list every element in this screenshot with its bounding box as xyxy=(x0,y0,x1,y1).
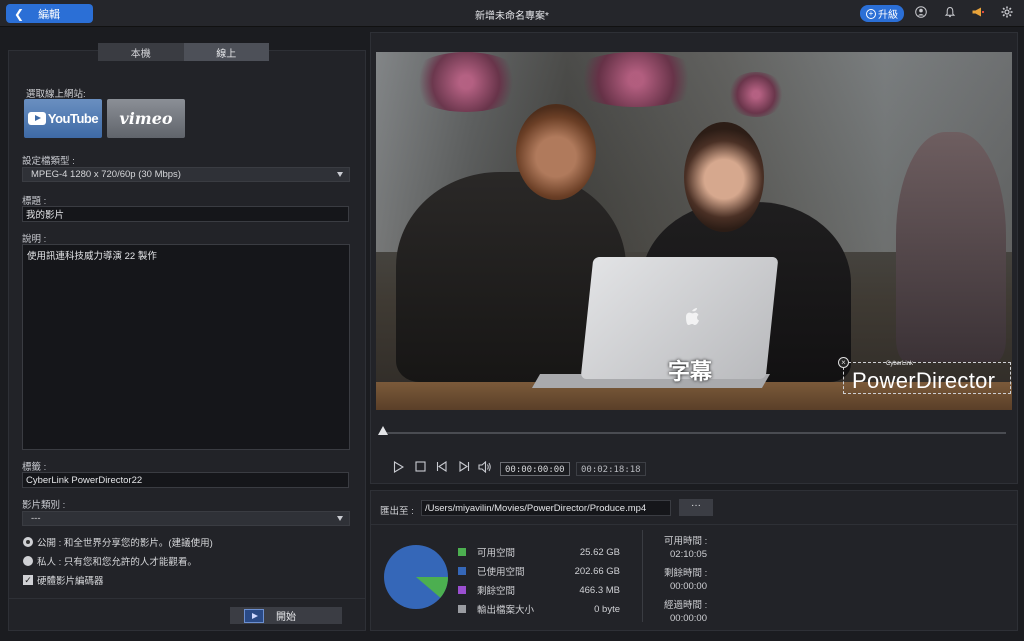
timeline-scrubber[interactable] xyxy=(380,432,1006,434)
back-edit-label: 編輯 xyxy=(38,8,61,21)
elapsed-time-label: 經過時間 : xyxy=(664,600,708,611)
export-path-input[interactable]: /Users/miyavilin/Movies/PowerDirector/Pr… xyxy=(421,500,671,516)
start-label: 開始 xyxy=(276,612,296,623)
privacy-public-radio[interactable]: 公開 : 和全世界分享您的影片。(建議使用) xyxy=(23,535,213,549)
available-time-label: 可用時間 : xyxy=(664,536,708,547)
next-frame-icon[interactable] xyxy=(457,460,471,475)
legend-used-space: 已使用空間 202.66 GB xyxy=(458,564,620,578)
format-label: 設定檔類型 : xyxy=(22,156,75,167)
tags-input[interactable]: CyberLink PowerDirector22 xyxy=(22,472,349,488)
back-edit-button[interactable]: ❮ 編輯 xyxy=(6,4,93,23)
subtitle-text[interactable]: 字幕 xyxy=(668,354,712,386)
category-select[interactable]: --- xyxy=(22,511,350,526)
legend-value: 466.3 MB xyxy=(579,584,620,596)
export-to-label: 匯出至 : xyxy=(380,506,414,517)
destination-tabs: 本機 線上 xyxy=(98,43,269,61)
title-bar: ❮ 編輯 新增未命名專案* + 升級 xyxy=(0,0,1024,27)
background-person xyxy=(896,132,1006,362)
remaining-time-value: 00:00:00 xyxy=(670,581,707,592)
vimeo-label: vimeo xyxy=(119,109,173,128)
legend-value: 25.62 GB xyxy=(579,546,620,558)
checkmark-icon: ✓ xyxy=(23,575,33,585)
legend-swatch xyxy=(458,586,466,594)
megaphone-icon[interactable] xyxy=(971,6,985,20)
output-separator xyxy=(370,524,1018,525)
title-label: 標題 : xyxy=(22,196,47,207)
gear-icon[interactable] xyxy=(1000,6,1014,20)
app-window: ❮ 編輯 新增未命名專案* + 升級 本機 線上 選取線上網站: YouTube… xyxy=(0,0,1024,641)
category-value: --- xyxy=(31,513,41,524)
legend-label: 剩餘空間 xyxy=(477,586,516,597)
format-select[interactable]: MPEG-4 1280 x 720/60p (30 Mbps) xyxy=(22,167,350,182)
watermark-box[interactable]: × CyberLink PowerDirector xyxy=(838,357,1011,394)
select-site-label: 選取線上網站: xyxy=(26,89,86,100)
chevron-left-icon: ❮ xyxy=(14,6,25,21)
title-input[interactable]: 我的影片 xyxy=(22,206,349,222)
play-icon[interactable] xyxy=(391,461,405,475)
elapsed-time-value: 00:00:00 xyxy=(670,613,707,624)
hw-encoder-checkbox[interactable]: ✓ 硬體影片編碼器 xyxy=(23,573,104,587)
scene-flowers-center xyxy=(566,52,706,107)
bell-icon[interactable] xyxy=(943,6,957,20)
current-timecode[interactable]: 00:00:00:00 xyxy=(500,462,570,476)
output-vertical-divider xyxy=(642,530,643,622)
timeline-handle[interactable] xyxy=(378,426,388,435)
legend-output-size: 輸出檔案大小 0 byte xyxy=(458,602,620,616)
legend-label: 輸出檔案大小 xyxy=(477,605,535,616)
watermark-brand: CyberLink xyxy=(886,361,914,367)
tab-online[interactable]: 線上 xyxy=(183,43,269,61)
description-textarea[interactable]: 使用訊連科技威力導演 22 製作 xyxy=(22,244,350,450)
legend-free-space: 可用空間 25.62 GB xyxy=(458,545,620,559)
user-icon[interactable] xyxy=(914,6,928,20)
start-button[interactable]: 開始 xyxy=(230,607,342,624)
panel-divider xyxy=(8,598,366,599)
vimeo-button[interactable]: vimeo xyxy=(107,99,185,138)
format-value: MPEG-4 1280 x 720/60p (30 Mbps) xyxy=(31,169,181,180)
dropdown-arrow-icon xyxy=(337,172,343,177)
volume-icon[interactable] xyxy=(478,460,492,475)
remaining-time-label: 剩餘時間 : xyxy=(664,568,708,579)
legend-remaining-space: 剩餘空間 466.3 MB xyxy=(458,583,620,597)
video-preview[interactable]: 字幕 × CyberLink PowerDirector xyxy=(376,52,1012,410)
description-label: 說明 : xyxy=(22,234,47,245)
radio-selected-icon xyxy=(23,537,33,547)
watermark-text: PowerDirector xyxy=(852,368,996,393)
legend-swatch xyxy=(458,548,466,556)
disk-usage-pie xyxy=(384,545,448,609)
upgrade-button[interactable]: + 升級 xyxy=(860,5,904,22)
youtube-label: YouTube xyxy=(47,111,99,126)
legend-swatch xyxy=(458,605,466,613)
youtube-logo-icon xyxy=(27,112,46,125)
privacy-public-label: 公開 : 和全世界分享您的影片。(建議使用) xyxy=(37,538,213,549)
woman-head xyxy=(684,122,764,232)
category-label: 影片類別 : xyxy=(22,500,66,511)
hw-encoder-label: 硬體影片編碼器 xyxy=(37,576,104,587)
youtube-button[interactable]: YouTube xyxy=(24,99,102,138)
legend-swatch xyxy=(458,567,466,575)
duration-timecode: 00:02:18:18 xyxy=(576,462,646,476)
privacy-private-radio[interactable]: 私人 : 只有您和您允許的人才能觀看。 xyxy=(23,554,197,568)
plus-circle-icon: + xyxy=(866,8,876,19)
scene-flowers-right xyxy=(726,72,786,117)
legend-value: 0 byte xyxy=(594,603,620,615)
scene-flowers-left xyxy=(406,52,526,112)
browse-button[interactable]: ··· xyxy=(679,499,713,516)
tags-label: 標籤 : xyxy=(22,462,47,473)
available-time-value: 02:10:05 xyxy=(670,549,707,560)
legend-value: 202.66 GB xyxy=(574,565,620,577)
stop-icon[interactable] xyxy=(413,461,427,475)
radio-unselected-icon xyxy=(23,556,33,566)
man-head xyxy=(516,104,596,200)
dropdown-arrow-icon xyxy=(337,516,343,521)
tab-local[interactable]: 本機 xyxy=(98,43,184,61)
legend-label: 已使用空間 xyxy=(477,567,525,578)
previous-frame-icon[interactable] xyxy=(435,460,449,475)
close-icon[interactable]: × xyxy=(838,357,849,368)
legend-label: 可用空間 xyxy=(477,548,516,559)
privacy-private-label: 私人 : 只有您和您允許的人才能觀看。 xyxy=(37,557,197,568)
produce-video-icon xyxy=(244,609,264,623)
apple-logo-icon xyxy=(686,308,699,325)
upgrade-label: 升級 xyxy=(878,10,898,21)
